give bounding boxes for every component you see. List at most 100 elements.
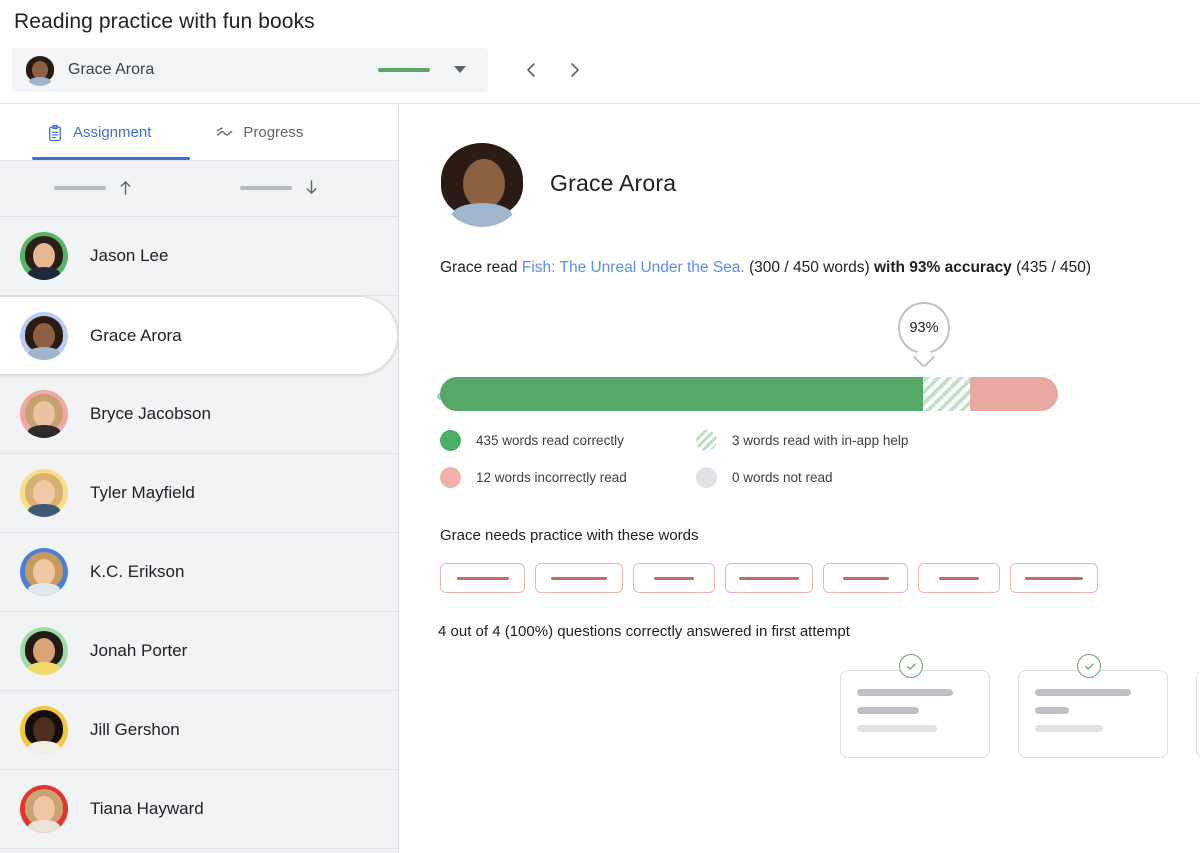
sidebar: Assignment Progress Jason Lee Grace Arora… [0, 105, 399, 853]
sidebar-item-bryce-jacobson[interactable]: Bryce Jacobson [0, 375, 398, 454]
legend-label: 0 words not read [732, 470, 833, 485]
avatar [20, 627, 68, 675]
redacted-word-line [654, 577, 694, 580]
chevron-left-icon [524, 62, 540, 78]
avatar [24, 54, 56, 86]
reading-prefix: Grace read [440, 259, 522, 276]
progress-legend: 435 words read correctly 3 words read wi… [440, 430, 960, 488]
sort-ascending-button[interactable] [54, 179, 133, 196]
student-selector-dropdown[interactable]: Grace Arora [12, 48, 488, 92]
question-card[interactable] [1018, 670, 1168, 758]
trending-wave-icon [215, 123, 234, 142]
previous-student-button[interactable] [518, 56, 546, 84]
redacted-status-line [378, 68, 430, 72]
arrow-up-icon [118, 179, 133, 196]
question-card[interactable] [1196, 670, 1200, 758]
clipboard-icon [46, 124, 64, 142]
check-circle-icon [1077, 654, 1101, 678]
question-card[interactable] [840, 670, 990, 758]
student-header: Grace Arora [438, 139, 676, 227]
practice-word-chip[interactable] [725, 563, 813, 593]
redacted-word-line [939, 577, 979, 580]
main-panel: Grace Arora Grace read Fish: The Unreal … [400, 105, 1200, 853]
legend-swatch-not-read-icon [696, 467, 717, 488]
legend-swatch-help-icon [696, 430, 717, 451]
legend-item: 0 words not read [696, 467, 960, 488]
sidebar-item-label: K.C. Erikson [90, 562, 184, 582]
next-student-button[interactable] [560, 56, 588, 84]
avatar [20, 706, 68, 754]
accuracy-detail: (435 / 450) [1012, 259, 1091, 276]
legend-item: 435 words read correctly [440, 430, 696, 451]
sidebar-item-tyler-mayfield[interactable]: Tyler Mayfield [0, 454, 398, 533]
student-list: Jason Lee Grace Arora Bryce Jacobson Tyler … [0, 217, 398, 849]
legend-item: 12 words incorrectly read [440, 467, 696, 488]
practice-words-title: Grace needs practice with these words [440, 527, 698, 544]
sort-descending-button[interactable] [240, 179, 319, 196]
sidebar-item-label: Tiana Hayward [90, 799, 204, 819]
question-cards-list [840, 670, 1200, 758]
sidebar-item-label: Bryce Jacobson [90, 404, 211, 424]
redacted-sort-label [54, 186, 106, 190]
sidebar-item-tiana-hayward[interactable]: Tiana Hayward [0, 770, 398, 849]
avatar [20, 232, 68, 280]
questions-summary: 4 out of 4 (100%) questions correctly an… [438, 623, 850, 640]
legend-swatch-correct-icon [440, 430, 461, 451]
practice-word-chip[interactable] [440, 563, 525, 593]
sidebar-item-label: Jill Gershon [90, 720, 180, 740]
redacted-answer-line [1035, 725, 1103, 732]
legend-label: 435 words read correctly [476, 433, 624, 448]
avatar [20, 312, 68, 360]
practice-word-chip[interactable] [918, 563, 1000, 593]
progress-segment-correct [440, 377, 923, 411]
sidebar-item-jill-gershon[interactable]: Jill Gershon [0, 691, 398, 770]
practice-word-chip[interactable] [633, 563, 715, 593]
check-circle-icon [899, 654, 923, 678]
reading-summary-sentence: Grace read Fish: The Unreal Under the Se… [440, 259, 1091, 277]
redacted-word-line [1025, 577, 1083, 580]
redacted-word-line [551, 577, 607, 580]
sidebar-item-label: Jonah Porter [90, 641, 187, 661]
practice-words-list [440, 563, 1098, 593]
redacted-answer-line [857, 689, 953, 696]
sidebar-item-label: Jason Lee [90, 246, 168, 266]
progress-segment-incorrect [970, 377, 1058, 411]
redacted-answer-line [1035, 707, 1069, 714]
tab-progress-label: Progress [243, 124, 303, 141]
avatar [438, 139, 526, 227]
avatar [20, 390, 68, 438]
page-title: Reading practice with fun books [14, 10, 315, 34]
legend-swatch-incorrect-icon [440, 467, 461, 488]
redacted-answer-line [857, 725, 937, 732]
page-title: Grace Arora [550, 170, 676, 197]
progress-segment-in-app-help [923, 377, 970, 411]
sidebar-item-jason-lee[interactable]: Jason Lee [0, 217, 398, 296]
active-tab-indicator [32, 157, 190, 160]
accuracy-text: with 93% accuracy [874, 259, 1012, 276]
redacted-answer-line [857, 707, 919, 714]
practice-word-chip[interactable] [535, 563, 623, 593]
chevron-right-icon [566, 62, 582, 78]
sidebar-item-k-c-erikson[interactable]: K.C. Erikson [0, 533, 398, 612]
avatar [20, 469, 68, 517]
sidebar-item-jonah-porter[interactable]: Jonah Porter [0, 612, 398, 691]
redacted-word-line [739, 577, 799, 580]
practice-word-chip[interactable] [1010, 563, 1098, 593]
sidebar-item-grace-arora[interactable]: Grace Arora [0, 296, 398, 375]
practice-word-chip[interactable] [823, 563, 908, 593]
tab-assignment-label: Assignment [73, 124, 151, 141]
tab-progress[interactable]: Progress [201, 105, 317, 161]
legend-label: 3 words read with in-app help [732, 433, 908, 448]
tab-assignment[interactable]: Assignment [32, 105, 165, 161]
legend-label: 12 words incorrectly read [476, 470, 627, 485]
chevron-down-icon[interactable] [454, 66, 466, 73]
top-bar: Reading practice with fun books Grace Ar… [0, 0, 1200, 104]
avatar [20, 548, 68, 596]
legend-item: 3 words read with in-app help [696, 430, 960, 451]
redacted-sort-label [240, 186, 292, 190]
book-title-link[interactable]: Fish: The Unreal Under the Sea. [522, 259, 745, 276]
avatar [20, 785, 68, 833]
sort-controls-row [0, 161, 398, 217]
redacted-answer-line [1035, 689, 1131, 696]
redacted-word-line [457, 577, 509, 580]
